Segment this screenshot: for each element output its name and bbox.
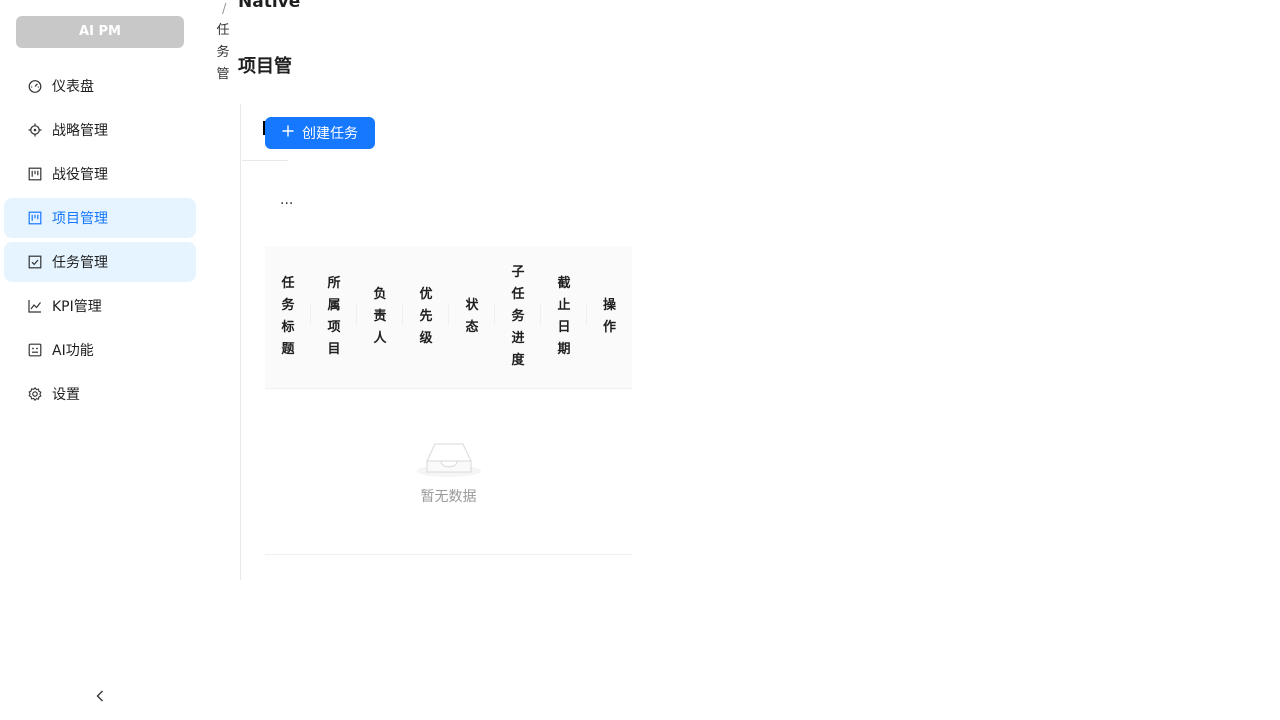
sidebar-item-label: AI功能 <box>52 343 94 359</box>
breadcrumb-separator: / <box>222 2 227 17</box>
sidebar-item-label: 战略管理 <box>52 123 108 139</box>
sidebar: AI PM 仪表盘 战略管理 战役管理 项目管理 任务管理 KPI管理 AI功能… <box>0 0 200 720</box>
robot-icon <box>28 343 42 357</box>
chevron-left-icon <box>95 687 105 706</box>
content-divider <box>240 104 241 580</box>
task-table-header: 任务标题 所属项目 负责人 优先级 状态 子任务进度 截止日期 操作 <box>265 246 632 389</box>
table-bottom-border <box>265 554 632 555</box>
settings-icon <box>28 386 42 402</box>
create-task-button[interactable]: 创建任务 <box>265 117 375 149</box>
sidebar-item-campaign[interactable]: 战役管理 <box>4 154 196 194</box>
aim-icon <box>28 123 42 137</box>
breadcrumb-current: Native <box>238 0 301 12</box>
collapse-sidebar-button[interactable] <box>92 686 108 706</box>
column-header[interactable]: 优先级 <box>403 246 449 388</box>
app-logo: AI PM <box>16 16 184 48</box>
column-header[interactable]: 状态 <box>449 246 495 388</box>
column-header[interactable]: 子任务进度 <box>495 246 541 388</box>
page-title: 项目管 <box>238 56 292 77</box>
sidebar-item-project[interactable]: 项目管理 <box>4 198 196 238</box>
sidebar-item-label: KPI管理 <box>52 299 102 315</box>
column-header[interactable]: 截止日期 <box>541 246 587 388</box>
empty-text: 暂无数据 <box>420 489 477 505</box>
sidebar-item-ai[interactable]: AI功能 <box>4 330 196 370</box>
sidebar-item-label: 任务管理 <box>52 255 108 271</box>
empty-state: 暂无数据 <box>265 388 632 555</box>
breadcrumb-item-task[interactable]: 任务管 <box>216 20 230 86</box>
project-board-icon <box>28 167 42 181</box>
sidebar-item-label: 设置 <box>52 387 80 403</box>
column-header[interactable]: 任务标题 <box>265 246 311 388</box>
sidebar-menu: 仪表盘 战略管理 战役管理 项目管理 任务管理 KPI管理 AI功能 设置 <box>0 66 200 418</box>
sidebar-item-label: 战役管理 <box>52 167 108 183</box>
sidebar-item-task[interactable]: 任务管理 <box>4 242 196 282</box>
create-task-label: 创建任务 <box>302 125 358 141</box>
sidebar-item-strategy[interactable]: 战略管理 <box>4 110 196 150</box>
sidebar-item-label: 仪表盘 <box>52 79 94 95</box>
more-tabs-button[interactable]: ... <box>280 192 293 208</box>
sidebar-item-dashboard[interactable]: 仪表盘 <box>4 66 196 106</box>
column-header[interactable]: 操作 <box>587 246 632 388</box>
dashboard-icon <box>28 79 42 93</box>
line-chart-icon <box>28 299 42 313</box>
sidebar-item-settings[interactable]: 设置 <box>4 374 196 414</box>
column-header[interactable]: 负责人 <box>357 246 403 388</box>
column-header[interactable]: 所属项目 <box>311 246 357 388</box>
empty-inbox-icon <box>417 436 481 477</box>
plus-icon <box>282 125 294 141</box>
checkbox-icon <box>28 255 42 269</box>
sidebar-item-label: 项目管理 <box>52 211 108 227</box>
project-board-icon <box>28 211 42 225</box>
tab-divider <box>242 160 288 161</box>
sidebar-item-kpi[interactable]: KPI管理 <box>4 286 196 326</box>
